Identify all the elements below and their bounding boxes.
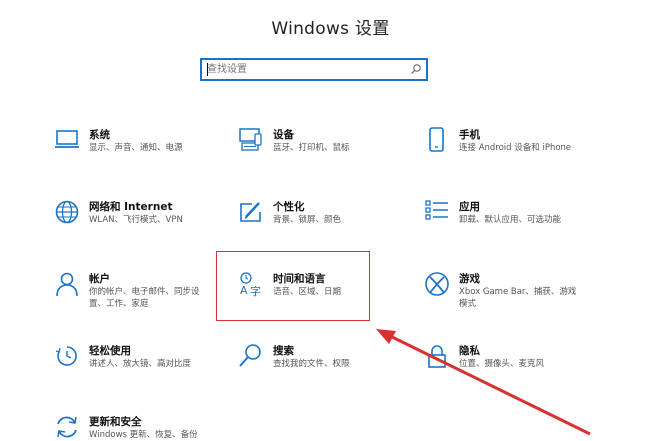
- tile-description: Xbox Game Bar、捕获、游戏 模式: [459, 287, 577, 309]
- phone-icon: [429, 127, 444, 152]
- tile-description: 讲述人、放大镜、高对比度: [89, 359, 192, 369]
- apps-icon: [425, 200, 448, 220]
- tile-title: 设备: [273, 129, 294, 141]
- tile-description: 卸载、默认应用、可选功能: [459, 215, 562, 225]
- highlight-box: [216, 251, 370, 321]
- tile-description: 蓝牙、打印机、鼠标: [273, 143, 350, 153]
- tile-title: 隐私: [459, 345, 480, 357]
- tile-description: Windows 更新、恢复、备份: [89, 430, 198, 440]
- tile-title: 搜索: [273, 345, 294, 357]
- xbox-icon: [425, 272, 449, 296]
- tile-title: 应用: [459, 201, 480, 213]
- tile-title: 系统: [89, 129, 110, 141]
- search-icon[interactable]: [410, 63, 422, 75]
- tile-title: 游戏: [459, 273, 480, 285]
- tile-description: 位置、摄像头、麦克风: [459, 359, 545, 369]
- tile-description: 查找我的文件、权限: [273, 359, 350, 369]
- tile-description: WLAN、飞行模式、VPN: [89, 215, 183, 225]
- personalization-icon: [240, 202, 261, 222]
- tile-description: 连接 Android 设备和 iPhone: [459, 143, 572, 153]
- tile-title: 个性化: [273, 201, 305, 213]
- laptop-icon: [55, 130, 79, 148]
- tile-title: 更新和安全: [89, 416, 142, 428]
- search-input[interactable]: [207, 61, 407, 78]
- account-icon: [56, 272, 78, 297]
- tile-description: 你的帐户、电子邮件、同步设 置、工作、家庭: [89, 287, 200, 309]
- devices-icon: [239, 128, 262, 151]
- tile-title: 网络和 Internet: [89, 201, 173, 213]
- search-box[interactable]: [200, 58, 428, 81]
- globe-icon: [55, 200, 79, 224]
- lock-icon: [428, 345, 446, 368]
- ease-of-access-icon: [55, 346, 77, 366]
- tile-description: 背景、锁屏、颜色: [273, 215, 342, 225]
- tile-title: 帐户: [89, 273, 110, 285]
- search-icon: [239, 344, 261, 367]
- tile-title: 手机: [459, 129, 480, 141]
- update-icon: [57, 416, 77, 438]
- tile-description: 显示、声音、通知、电源: [89, 143, 183, 153]
- tile-title: 轻松使用: [89, 345, 131, 357]
- window-title: Windows 设置: [271, 19, 390, 39]
